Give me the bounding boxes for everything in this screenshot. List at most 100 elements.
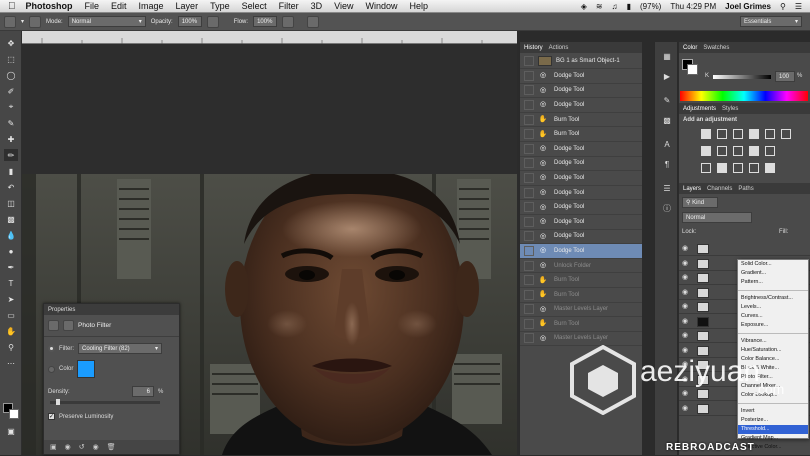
history-source-box[interactable] bbox=[524, 333, 534, 344]
density-slider-thumb[interactable] bbox=[56, 399, 61, 405]
tab-layers[interactable]: Layers bbox=[683, 186, 701, 192]
pressure-size-icon[interactable] bbox=[307, 15, 320, 28]
history-step[interactable]: ◎ Unlock Folder bbox=[520, 259, 642, 274]
history-step[interactable]: ✋ Burn Tool bbox=[520, 288, 642, 303]
creative-cloud-icon[interactable]: ◈ bbox=[581, 2, 587, 11]
filter-radio[interactable] bbox=[48, 345, 55, 352]
history-source-box[interactable] bbox=[524, 187, 534, 198]
history-step[interactable]: ◎ Dodge Tool bbox=[520, 142, 642, 157]
density-field[interactable]: 6 bbox=[132, 386, 154, 397]
filter-select[interactable]: Cooling Filter (82) ▾ bbox=[78, 343, 162, 354]
history-step[interactable]: ◎ Dodge Tool bbox=[520, 98, 642, 113]
eye-icon[interactable]: ◉ bbox=[682, 244, 688, 252]
trash-icon[interactable]: 🗑 bbox=[107, 443, 116, 451]
properties-panel-icon[interactable]: ☰ bbox=[660, 182, 674, 194]
brightness-icon[interactable] bbox=[701, 129, 711, 139]
history-source-box[interactable] bbox=[524, 114, 534, 125]
menu-window[interactable]: Window bbox=[365, 1, 397, 11]
eye-icon[interactable]: ◉ bbox=[682, 302, 688, 310]
brush-presets-icon[interactable]: ✎ bbox=[660, 94, 674, 106]
history-source-box[interactable] bbox=[524, 70, 534, 81]
eye-icon[interactable]: ◉ bbox=[682, 288, 688, 296]
tab-color[interactable]: Color bbox=[683, 45, 697, 51]
history-step[interactable]: ◎ Dodge Tool bbox=[520, 215, 642, 230]
menu-type[interactable]: Type bbox=[210, 1, 230, 11]
menu-item[interactable]: Posterize... bbox=[738, 416, 808, 425]
type-tool-icon[interactable]: T bbox=[4, 277, 18, 289]
threshold-icon[interactable] bbox=[733, 163, 743, 173]
history-step[interactable]: ◎ Dodge Tool bbox=[520, 157, 642, 172]
layer-filter-select[interactable]: ⚲ Kind bbox=[682, 197, 718, 208]
menu-view[interactable]: View bbox=[334, 1, 353, 11]
history-step[interactable]: ◎ Dodge Tool bbox=[520, 230, 642, 245]
eye-icon[interactable]: ◉ bbox=[682, 273, 688, 281]
info-panel-icon[interactable]: ⓘ bbox=[660, 202, 674, 214]
history-step[interactable]: ◎ Dodge Tool bbox=[520, 84, 642, 99]
history-step[interactable]: ◎ Dodge Tool bbox=[520, 69, 642, 84]
quick-select-tool-icon[interactable]: ✐ bbox=[4, 85, 18, 97]
marquee-tool-icon[interactable]: ⬚ bbox=[4, 53, 18, 65]
eye-icon[interactable]: ◉ bbox=[682, 331, 688, 339]
tab-adjustments[interactable]: Adjustments bbox=[683, 106, 716, 112]
color-spectrum-bar[interactable] bbox=[680, 91, 808, 101]
color-lookup-icon[interactable] bbox=[765, 146, 775, 156]
history-step[interactable]: ✋ Burn Tool bbox=[520, 273, 642, 288]
menu-edit[interactable]: Edit bbox=[111, 1, 127, 11]
menu-item[interactable]: Levels... bbox=[738, 303, 808, 312]
color-balance-icon[interactable] bbox=[701, 146, 711, 156]
menu-item[interactable]: Threshold... bbox=[738, 425, 808, 434]
menu-item[interactable]: Pattern... bbox=[738, 278, 808, 287]
shape-tool-icon[interactable]: ▭ bbox=[4, 309, 18, 321]
k-slider[interactable] bbox=[713, 75, 771, 79]
adjustment-icon[interactable] bbox=[48, 320, 59, 331]
history-step[interactable]: ◎ Dodge Tool bbox=[520, 186, 642, 201]
menu-help[interactable]: Help bbox=[409, 1, 428, 11]
curves-icon[interactable] bbox=[733, 129, 743, 139]
vibrance-icon[interactable] bbox=[765, 129, 775, 139]
history-source-box[interactable] bbox=[524, 143, 534, 154]
menu-item[interactable]: Solid Color... bbox=[738, 260, 808, 269]
apple-icon[interactable]:  bbox=[8, 1, 16, 12]
view-previous-icon[interactable]: ◉ bbox=[65, 443, 71, 451]
zoom-tool-icon[interactable]: ⚲ bbox=[4, 341, 18, 353]
pressure-opacity-icon[interactable] bbox=[206, 15, 219, 28]
tab-swatches[interactable]: Swatches bbox=[703, 45, 729, 51]
bw-icon[interactable] bbox=[717, 146, 727, 156]
history-source-box[interactable] bbox=[524, 129, 534, 140]
density-slider[interactable] bbox=[50, 399, 160, 405]
crop-tool-icon[interactable]: ⌖ bbox=[4, 101, 18, 113]
history-step[interactable]: ◎ Dodge Tool bbox=[520, 171, 642, 186]
preserve-luminosity-checkbox[interactable]: ✓ bbox=[48, 413, 55, 420]
battery-icon[interactable]: ▮ bbox=[627, 2, 631, 11]
history-source-box[interactable] bbox=[524, 85, 534, 96]
hue-sat-icon[interactable] bbox=[781, 129, 791, 139]
dodge-tool-icon[interactable]: ● bbox=[4, 245, 18, 257]
photo-filter-icon[interactable] bbox=[733, 146, 743, 156]
history-panel-icon[interactable]: ▦ bbox=[660, 50, 674, 62]
blend-mode-select[interactable]: Normal bbox=[682, 212, 752, 223]
pen-tool-icon[interactable]: ✒ bbox=[4, 261, 18, 273]
posterize-icon[interactable] bbox=[717, 163, 727, 173]
layer-row[interactable]: ◉ bbox=[679, 242, 810, 256]
history-step[interactable]: ✋ Burn Tool bbox=[520, 317, 642, 332]
menu-layer[interactable]: Layer bbox=[176, 1, 199, 11]
history-step[interactable]: ◎ Dodge Tool bbox=[520, 244, 642, 259]
hand-tool-icon[interactable]: ✋ bbox=[4, 325, 18, 337]
color-radio[interactable] bbox=[48, 365, 55, 373]
tab-actions[interactable]: Actions bbox=[549, 45, 569, 51]
actions-panel-icon[interactable]: ▶ bbox=[660, 70, 674, 82]
canvas-pasteboard[interactable] bbox=[22, 44, 517, 174]
flow-field[interactable]: 100% bbox=[253, 16, 278, 27]
history-brush-tool-icon[interactable]: ↶ bbox=[4, 181, 18, 193]
history-source-box[interactable] bbox=[524, 260, 534, 271]
tab-channels[interactable]: Channels bbox=[707, 186, 732, 192]
levels-icon[interactable] bbox=[717, 129, 727, 139]
menu-item[interactable]: Curves... bbox=[738, 312, 808, 321]
invert-icon[interactable] bbox=[701, 163, 711, 173]
mask-icon[interactable] bbox=[63, 320, 74, 331]
blur-tool-icon[interactable]: 💧 bbox=[4, 229, 18, 241]
menu-item[interactable]: Gradient... bbox=[738, 269, 808, 278]
history-step[interactable]: ◎ Master Levels Layer bbox=[520, 303, 642, 318]
brush-panel-icon[interactable] bbox=[29, 15, 42, 28]
workspace-switcher[interactable]: Essentials ▾ bbox=[740, 16, 802, 27]
